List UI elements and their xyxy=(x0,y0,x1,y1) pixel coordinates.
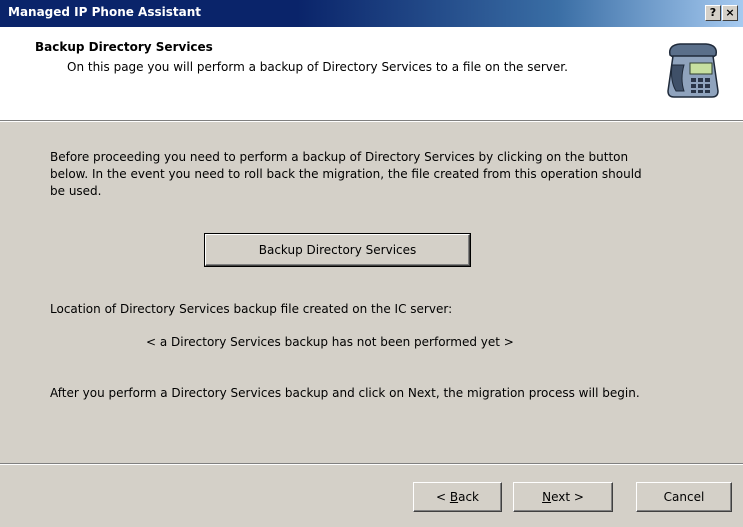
page-title: Backup Directory Services xyxy=(35,40,213,54)
backup-directory-services-button[interactable]: Backup Directory Services xyxy=(204,233,471,267)
back-button-prefix: < xyxy=(435,490,450,504)
back-button[interactable]: < Back xyxy=(413,482,502,512)
window-title: Managed IP Phone Assistant xyxy=(8,5,201,19)
wizard-header: Backup Directory Services On this page y… xyxy=(0,27,743,120)
next-button-accelerator: N xyxy=(542,490,552,504)
after-backup-text: After you perform a Directory Services b… xyxy=(50,386,640,400)
header-separator xyxy=(0,120,743,122)
title-bar: Managed IP Phone Assistant ? × xyxy=(0,0,743,27)
close-button[interactable]: × xyxy=(722,5,738,21)
back-button-accelerator: B xyxy=(449,490,459,504)
help-button[interactable]: ? xyxy=(705,5,721,21)
cancel-button[interactable]: Cancel xyxy=(636,482,732,512)
telephone-icon xyxy=(667,43,719,98)
backup-location-label: Location of Directory Services backup fi… xyxy=(50,302,453,316)
intro-text: Before proceeding you need to perform a … xyxy=(50,150,642,198)
back-button-rest: ack xyxy=(458,490,479,504)
page-subtitle: On this page you will perform a backup o… xyxy=(67,60,568,74)
footer-separator xyxy=(0,463,743,465)
backup-location-value: < a Directory Services backup has not be… xyxy=(146,335,514,349)
next-button-rest: ext > xyxy=(551,490,584,504)
next-button[interactable]: Next > xyxy=(513,482,613,512)
